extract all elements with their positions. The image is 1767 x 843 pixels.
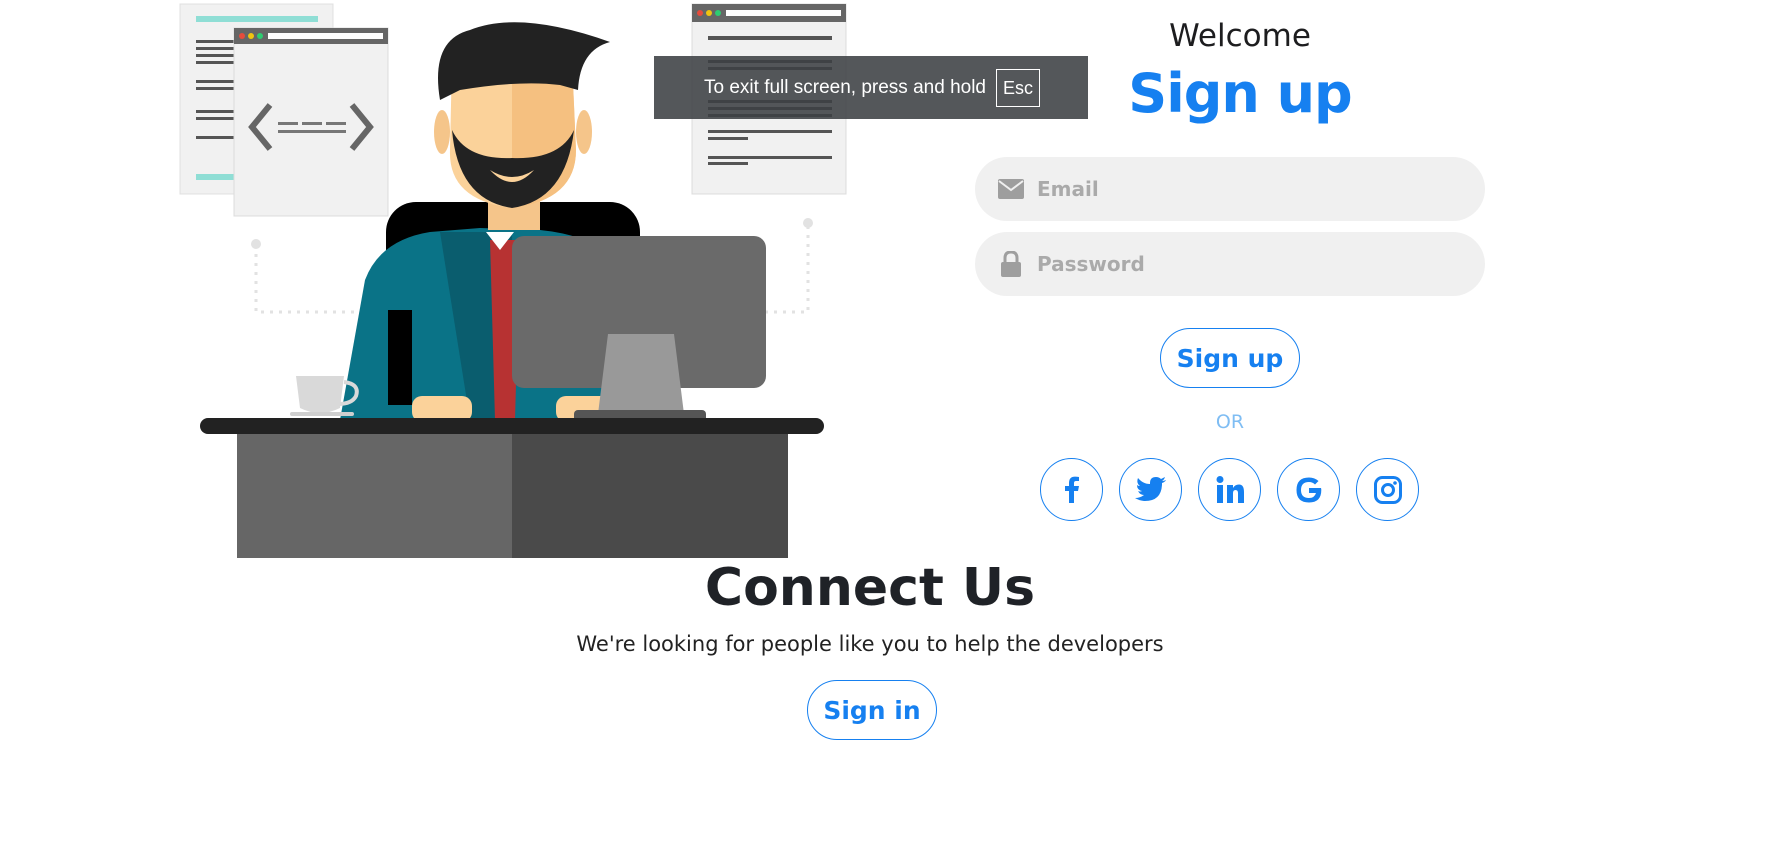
signup-button[interactable]: Sign up (1160, 328, 1300, 388)
or-divider: OR (1215, 411, 1245, 433)
facebook-button[interactable] (1040, 458, 1103, 521)
twitter-button[interactable] (1119, 458, 1182, 521)
instagram-icon (1373, 475, 1402, 504)
linkedin-button[interactable] (1198, 458, 1261, 521)
google-button[interactable] (1277, 458, 1340, 521)
connect-heading: Connect Us (704, 558, 1036, 618)
welcome-heading: Welcome (1169, 18, 1311, 54)
instagram-button[interactable] (1356, 458, 1419, 521)
toast-message: To exit full screen, press and hold (704, 76, 986, 98)
connect-tagline: We're looking for people like you to hel… (576, 632, 1164, 656)
signup-page: To exit full screen, press and hold Esc … (0, 0, 1767, 843)
email-field[interactable] (975, 157, 1485, 221)
fullscreen-toast: To exit full screen, press and hold Esc (654, 56, 1088, 119)
social-login-list (1040, 458, 1419, 521)
facebook-icon (1064, 476, 1079, 503)
lock-icon (997, 250, 1025, 278)
password-field[interactable] (975, 232, 1485, 296)
email-input[interactable] (1037, 177, 1457, 201)
esc-key-badge: Esc (996, 68, 1041, 107)
envelope-icon (997, 175, 1025, 203)
google-icon (1296, 477, 1321, 502)
signin-button[interactable]: Sign in (807, 680, 937, 740)
signup-title: Sign up (1128, 62, 1352, 125)
linkedin-icon (1216, 475, 1244, 503)
password-input[interactable] (1037, 252, 1457, 276)
twitter-icon (1134, 476, 1166, 501)
